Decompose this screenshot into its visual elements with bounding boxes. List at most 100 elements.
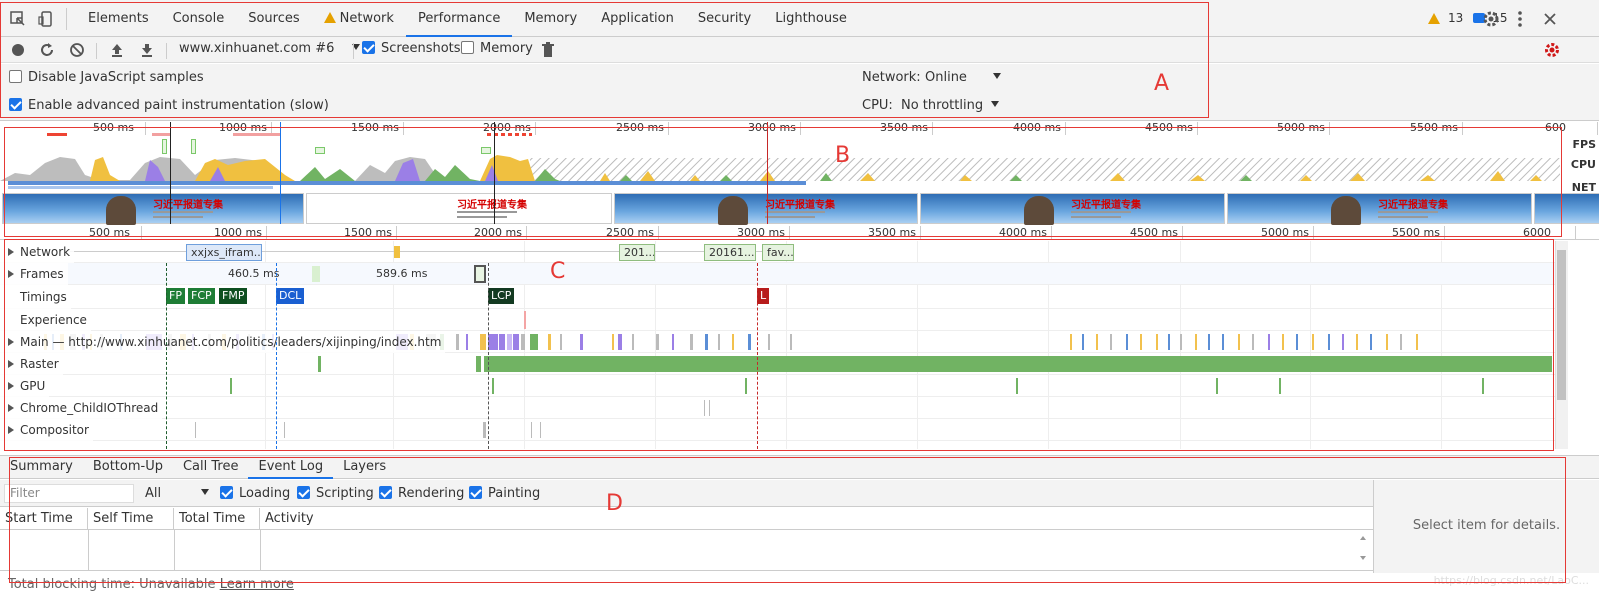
main-thread-task[interactable]	[507, 334, 512, 350]
main-thread-track[interactable]: Main — http://www.xinhuanet.com/politics…	[0, 331, 1555, 353]
main-thread-task[interactable]	[656, 334, 659, 350]
main-thread-task[interactable]	[1252, 334, 1254, 350]
network-request[interactable]: 201...	[619, 244, 655, 261]
network-throttle-select[interactable]: Online	[925, 70, 1001, 85]
compositor-track-label[interactable]: Compositor	[0, 419, 93, 441]
enable-paint-instrumentation-checkbox[interactable]: Enable advanced paint instrumentation (s…	[9, 98, 329, 113]
reload-icon[interactable]	[39, 42, 55, 58]
main-thread-task[interactable]	[1312, 334, 1314, 350]
gear-icon[interactable]	[1481, 9, 1501, 29]
selection-end-handle[interactable]	[494, 122, 495, 224]
frames-track[interactable]: 460.5 ms 589.6 ms Frames	[0, 263, 1555, 285]
main-thread-task[interactable]	[1400, 334, 1402, 350]
selected-frame[interactable]	[474, 265, 486, 283]
main-thread-task[interactable]	[1110, 334, 1112, 350]
tracks-scrollbar-thumb[interactable]	[1557, 250, 1566, 400]
main-thread-task[interactable]	[790, 334, 792, 350]
timing-fcp[interactable]: FCP	[188, 288, 215, 304]
main-thread-task[interactable]	[1370, 334, 1372, 350]
garbage-collect-icon[interactable]	[541, 42, 555, 58]
main-thread-task[interactable]	[499, 334, 505, 350]
cpu-throttle-select[interactable]: No throttling	[901, 98, 1000, 113]
network-request[interactable]: 20161...	[704, 244, 756, 261]
main-thread-task[interactable]	[768, 334, 770, 350]
tab-event-log[interactable]: Event Log	[248, 456, 333, 479]
more-options-icon[interactable]	[1514, 9, 1526, 29]
column-self-time[interactable]: Self Time	[88, 508, 174, 530]
gpu-track[interactable]: GPU	[0, 375, 1555, 397]
screenshot-thumbnail[interactable]: 习近平报道专集	[614, 193, 918, 225]
main-thread-task[interactable]	[466, 334, 468, 350]
main-thread-task[interactable]	[1342, 334, 1344, 350]
tab-bottom-up[interactable]: Bottom-Up	[83, 456, 173, 478]
main-thread-task[interactable]	[718, 334, 720, 350]
gpu-task[interactable]	[745, 378, 747, 394]
main-thread-task[interactable]	[530, 334, 538, 350]
column-total-time[interactable]: Total Time	[174, 508, 260, 530]
child-io-thread-track[interactable]: Chrome_ChildIOThread	[0, 397, 1555, 419]
gpu-track-label[interactable]: GPU	[0, 375, 50, 397]
tab-memory[interactable]: Memory	[512, 0, 589, 37]
main-thread-task[interactable]	[1082, 334, 1084, 350]
main-thread-task[interactable]	[612, 334, 614, 350]
loading-checkbox[interactable]: Loading	[220, 486, 290, 501]
table-scroll-arrows-icon[interactable]	[1358, 534, 1368, 564]
compositor-task[interactable]	[540, 422, 541, 438]
painting-checkbox[interactable]: Painting	[469, 486, 540, 501]
save-profile-icon[interactable]	[139, 42, 155, 58]
raster-task[interactable]	[484, 356, 1552, 372]
main-thread-task[interactable]	[488, 334, 498, 350]
learn-more-link[interactable]: Learn more	[220, 577, 294, 592]
gpu-task[interactable]	[1016, 378, 1018, 394]
main-thread-task[interactable]	[560, 334, 562, 350]
main-thread-task[interactable]	[456, 334, 459, 350]
column-start-time[interactable]: Start Time	[0, 508, 88, 530]
main-thread-task[interactable]	[1126, 334, 1128, 350]
frames-track-label[interactable]: Frames	[0, 263, 68, 285]
network-request[interactable]: xxjxs_ifram...	[186, 244, 262, 261]
load-profile-icon[interactable]	[109, 42, 125, 58]
network-request-bar[interactable]	[394, 246, 400, 258]
network-track[interactable]: xxjxs_ifram... 201... 20161... fav... Ne…	[0, 241, 1555, 263]
screenshot-thumbnail[interactable]: 习近平报道专集	[2, 193, 304, 225]
main-thread-task[interactable]	[521, 334, 525, 350]
tab-console[interactable]: Console	[161, 0, 237, 37]
main-track-label[interactable]: Main — http://www.xinhuanet.com/politics…	[0, 331, 446, 353]
child-io-track-label[interactable]: Chrome_ChildIOThread	[0, 397, 163, 419]
record-icon[interactable]	[10, 42, 26, 58]
gpu-task[interactable]	[1279, 378, 1281, 394]
timing-dcl[interactable]: DCL	[276, 288, 305, 304]
main-thread-task[interactable]	[1328, 334, 1330, 350]
raster-track-label[interactable]: Raster	[0, 353, 63, 375]
tab-security[interactable]: Security	[686, 0, 763, 37]
profile-select[interactable]: www.xinhuanet.com #6	[179, 41, 361, 59]
main-thread-task[interactable]	[513, 334, 519, 350]
clear-icon[interactable]	[69, 42, 85, 58]
scripting-checkbox[interactable]: Scripting	[297, 486, 374, 501]
main-thread-task[interactable]	[1208, 334, 1210, 350]
gpu-task[interactable]	[492, 378, 494, 394]
main-thread-task[interactable]	[1180, 334, 1182, 350]
frame-block[interactable]	[312, 266, 320, 282]
main-thread-task[interactable]	[1070, 334, 1072, 350]
rendering-checkbox[interactable]: Rendering	[379, 486, 464, 501]
tab-elements[interactable]: Elements	[76, 0, 161, 37]
screenshot-thumbnail[interactable]: 习近平报道专集	[1227, 193, 1532, 225]
timing-fmp[interactable]: FMP	[219, 288, 248, 304]
gpu-task[interactable]	[230, 378, 232, 394]
main-thread-task[interactable]	[1195, 334, 1197, 350]
tab-call-tree[interactable]: Call Tree	[173, 456, 249, 478]
screenshot-thumbnail[interactable]: 习近平报道专集	[920, 193, 1225, 225]
tab-application[interactable]: Application	[589, 0, 686, 37]
selection-start-handle[interactable]	[170, 122, 171, 224]
main-thread-task[interactable]	[1268, 334, 1270, 350]
main-thread-task[interactable]	[748, 334, 751, 350]
column-activity[interactable]: Activity	[260, 508, 1373, 530]
timings-track[interactable]: FP FCP FMP DCL LCP L Timings	[0, 285, 1555, 309]
gpu-task[interactable]	[1216, 378, 1218, 394]
layout-shift-marker[interactable]	[524, 311, 526, 329]
main-thread-task[interactable]	[1222, 334, 1224, 350]
tab-sources[interactable]: Sources	[236, 0, 311, 37]
io-task[interactable]	[704, 400, 705, 416]
compositor-task[interactable]	[195, 422, 196, 438]
